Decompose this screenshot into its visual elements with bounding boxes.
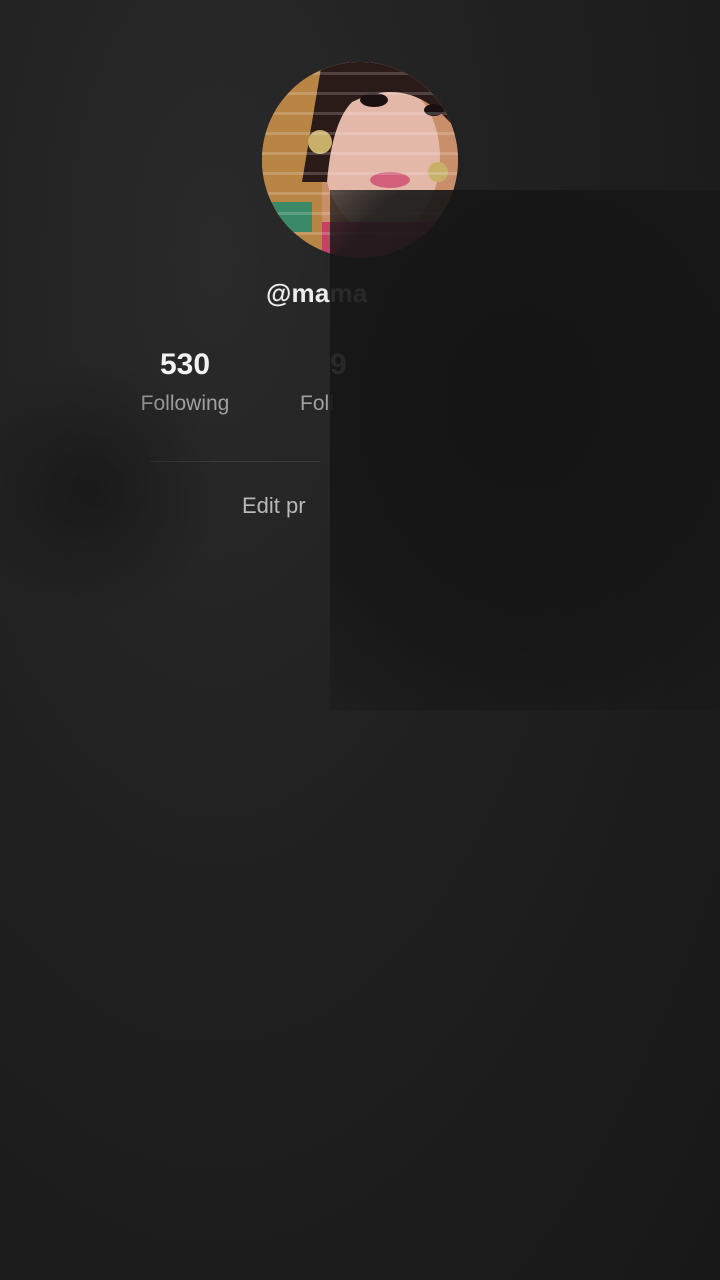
stats-divider (150, 461, 320, 462)
profile-username: @mama (266, 278, 368, 308)
following-label: Following (140, 392, 230, 415)
overlay-shadow (330, 190, 720, 710)
followers-label: Foll (300, 392, 334, 415)
edit-profile-button[interactable]: Edit pr (242, 490, 342, 522)
followers-stat[interactable]: 9 Foll (300, 348, 380, 416)
avatar-photo-icon (262, 62, 458, 258)
following-count: 530 (159, 348, 211, 381)
following-stat[interactable]: 530 Following (120, 348, 250, 416)
profile-screen: @mama 530 Following 9 Foll Edit pr (0, 0, 720, 1280)
followers-count: 9 (330, 348, 347, 381)
profile-avatar[interactable] (262, 62, 458, 258)
